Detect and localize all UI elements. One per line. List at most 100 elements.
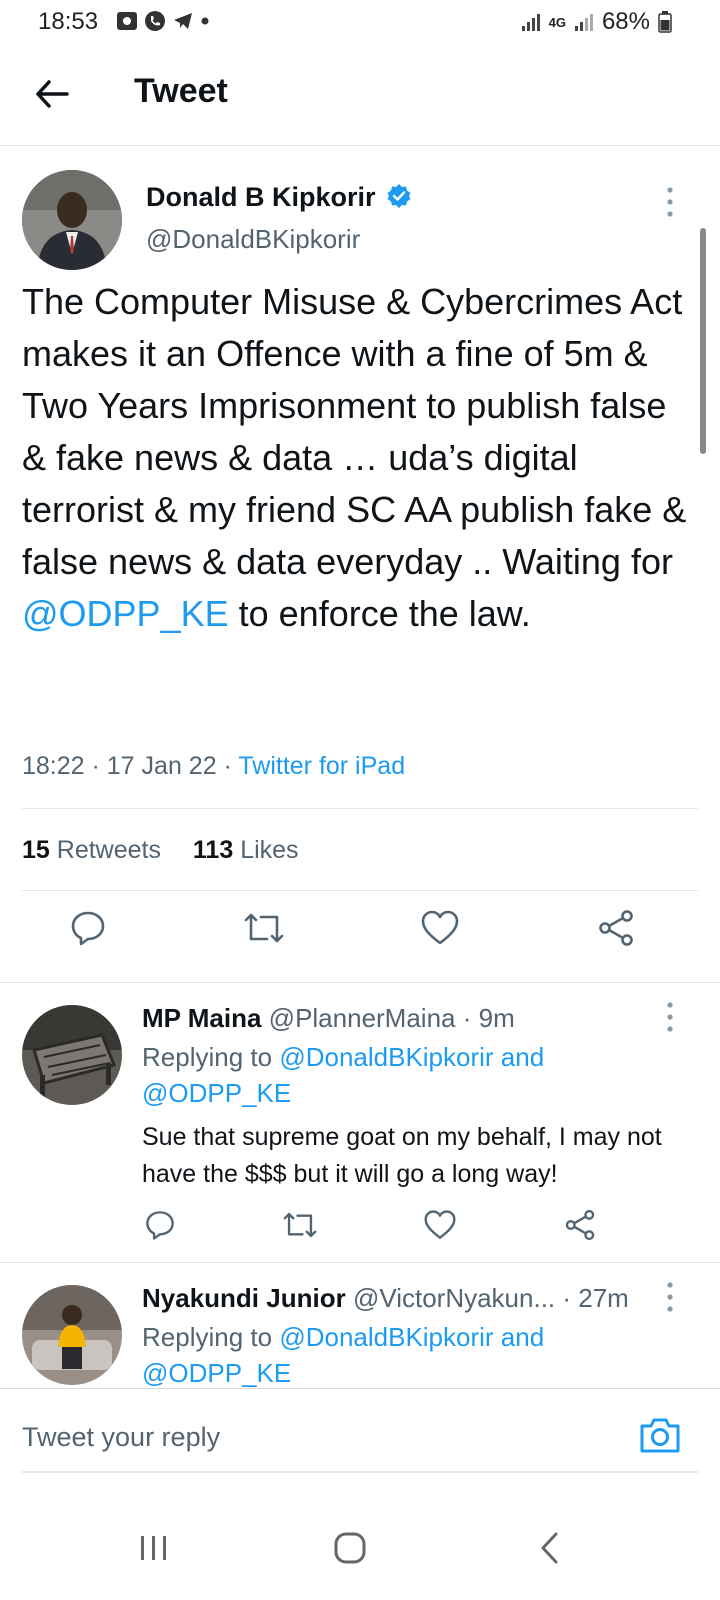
- reply-author-name[interactable]: MP Maina: [142, 1003, 261, 1033]
- reply-icon: [146, 1211, 174, 1240]
- arrow-left-icon: [36, 80, 69, 108]
- tweet-stats: 15 Retweets 113 Likes: [22, 836, 299, 865]
- reply-tweet[interactable]: MP Maina @PlannerMaina · 9m Replying to …: [0, 982, 720, 1262]
- nav-back-icon: [541, 1532, 558, 1564]
- more-vertical-icon: [667, 1002, 673, 1032]
- app-header: Tweet: [0, 44, 720, 146]
- reply-text: Sue that supreme goat on my behalf, I ma…: [142, 1123, 662, 1188]
- avatar[interactable]: [22, 1285, 122, 1385]
- reply-header: Nyakundi Junior @VictorNyakun... · 27m: [142, 1283, 629, 1313]
- likes-count: 113: [192, 836, 234, 864]
- retweet-button[interactable]: [242, 906, 286, 950]
- tweet-text: The Computer Misuse & Cybercrimes Act ma…: [22, 276, 698, 640]
- home-icon: [334, 1532, 366, 1564]
- signal-icon-2: [574, 14, 593, 31]
- reply-actions: [0, 1203, 720, 1263]
- avatar[interactable]: [22, 170, 122, 270]
- tweet-time: 18:22: [22, 752, 85, 780]
- like-button[interactable]: [418, 1203, 462, 1247]
- reply-author-handle[interactable]: @PlannerMaina: [269, 1003, 456, 1033]
- share-icon: [565, 1209, 595, 1241]
- signal-icon: [521, 14, 540, 31]
- retweet-button[interactable]: [278, 1203, 322, 1247]
- reply-age: 9m: [478, 1003, 515, 1033]
- reply-composer: [0, 1388, 720, 1498]
- telegram-notification-icon: [174, 13, 192, 29]
- likes-label: Likes: [240, 836, 299, 864]
- battery-percent: 68%: [601, 8, 650, 35]
- retweet-icon: [244, 913, 284, 943]
- replying-and: and: [493, 1322, 545, 1352]
- reply-button[interactable]: [138, 1203, 182, 1247]
- gallery-notification-icon: [117, 12, 137, 30]
- more-vertical-icon: [667, 187, 673, 217]
- camera-button[interactable]: [638, 1415, 682, 1455]
- tweet-source[interactable]: Twitter for iPad: [238, 752, 405, 780]
- retweets-label: Retweets: [56, 836, 161, 864]
- divider: [22, 1471, 698, 1473]
- reply-header: MP Maina @PlannerMaina · 9m: [142, 1003, 515, 1033]
- tweet-text-part: to enforce the law.: [228, 593, 531, 634]
- network-type: 4G: [548, 14, 566, 30]
- mention-link[interactable]: @ODPP_KE: [142, 1358, 291, 1388]
- avatar-photo: [22, 170, 122, 270]
- system-nav-bar: [0, 1498, 720, 1600]
- author-name[interactable]: Donald B Kipkorir: [146, 182, 376, 213]
- reply-tweet[interactable]: Nyakundi Junior @VictorNyakun... · 27m R…: [0, 1262, 720, 1388]
- scrollbar[interactable]: [700, 228, 706, 454]
- divider: [22, 808, 698, 809]
- retweets-stat[interactable]: 15 Retweets: [22, 836, 161, 864]
- mention-link[interactable]: @DonaldBKipkorir: [279, 1322, 493, 1352]
- avatar-photo: [22, 1005, 122, 1105]
- more-vertical-icon: [667, 1282, 673, 1312]
- like-button[interactable]: [418, 906, 462, 950]
- divider: [22, 890, 698, 891]
- camera-icon: [640, 1418, 680, 1453]
- status-right: 4G 68%: [521, 8, 672, 36]
- replying-to: Replying to @DonaldBKipkorir and @ODPP_KE: [142, 1039, 662, 1111]
- tweet-date: 17 Jan 22: [106, 752, 217, 780]
- page-title: Tweet: [134, 72, 228, 110]
- retweets-count: 15: [22, 836, 50, 864]
- dot-icon: [201, 17, 209, 25]
- share-button[interactable]: [594, 906, 638, 950]
- mention-link[interactable]: @DonaldBKipkorir: [279, 1042, 493, 1072]
- reply-input[interactable]: [22, 1417, 622, 1457]
- mention-link[interactable]: @ODPP_KE: [22, 593, 229, 634]
- replying-to-label: Replying to: [142, 1042, 280, 1072]
- reply-age: 27m: [578, 1283, 629, 1313]
- share-icon: [599, 910, 633, 946]
- share-button[interactable]: [558, 1203, 602, 1247]
- replying-to-label: Replying to: [142, 1322, 280, 1352]
- recents-button[interactable]: [130, 1524, 178, 1572]
- author-handle[interactable]: @DonaldBKipkorir: [146, 224, 360, 255]
- heart-icon: [421, 910, 459, 945]
- more-options-button[interactable]: [660, 182, 680, 222]
- status-time: 18:53: [38, 8, 99, 35]
- heart-icon: [424, 1210, 456, 1239]
- back-button[interactable]: [30, 72, 74, 116]
- reply-author-name[interactable]: Nyakundi Junior: [142, 1283, 346, 1313]
- more-options-button[interactable]: [660, 997, 680, 1037]
- status-bar: 18:53 4G 68%: [0, 0, 720, 44]
- avatar-photo: [22, 1285, 122, 1385]
- tweet-meta: 18:22 · 17 Jan 22 · Twitter for iPad: [22, 752, 406, 780]
- notification-icons: [116, 10, 210, 32]
- battery-icon: [658, 11, 672, 33]
- likes-stat[interactable]: 113 Likes: [193, 836, 299, 864]
- recents-icon: [141, 1536, 166, 1560]
- reply-button[interactable]: [66, 906, 110, 950]
- home-button[interactable]: [326, 1524, 374, 1572]
- more-options-button[interactable]: [660, 1277, 680, 1317]
- reply-icon: [71, 911, 105, 946]
- verified-badge-icon: [387, 184, 411, 208]
- phone-notification-icon: [145, 11, 165, 31]
- retweet-icon: [283, 1212, 317, 1238]
- tweet-text-part: The Computer Misuse & Cybercrimes Act ma…: [22, 281, 687, 582]
- nav-back-button[interactable]: [526, 1524, 574, 1572]
- mention-link[interactable]: @ODPP_KE: [142, 1078, 291, 1108]
- tweet-actions: [0, 906, 720, 966]
- reply-author-handle[interactable]: @VictorNyakun...: [353, 1283, 555, 1313]
- replying-and: and: [493, 1042, 545, 1072]
- avatar[interactable]: [22, 1005, 122, 1105]
